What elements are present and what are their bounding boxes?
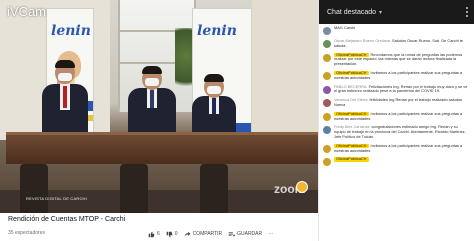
banner-brand: lenin (197, 23, 237, 39)
user-avatar-icon[interactable] (323, 126, 331, 135)
user-avatar-icon[interactable] (323, 27, 331, 35)
chat-message: OficinaPublicaCH Recordamos que la ronda … (323, 52, 470, 67)
chat-message-body: OficinaPublicaCH (334, 156, 371, 166)
video-title: Rendición de Cuentas MTOP - Carchi (8, 216, 126, 223)
chat-message: MAG Carchi (323, 25, 470, 35)
user-avatar-icon[interactable] (323, 158, 331, 167)
chat-message-body: Veronica Del Sierra felicidades Ing Renan… (334, 97, 470, 108)
overlay-caption: REVISTA DIGITAL DE CARCHI (26, 196, 87, 201)
save-button[interactable]: GUARDAR (228, 231, 262, 238)
user-avatar-icon[interactable] (323, 40, 331, 48)
channel-owner-name[interactable]: OficinaPublicaCH (334, 156, 369, 162)
chat-message-body: PABLO BECERRA Felicitaciones Ing. Renán p… (334, 84, 470, 95)
more-vert-icon[interactable] (465, 7, 468, 17)
thumbs-down-icon (166, 231, 173, 237)
chair (20, 164, 48, 213)
share-label: COMPARTIR (192, 231, 223, 237)
user-avatar-icon[interactable] (323, 71, 331, 80)
chat-message-body: OficinaPublicaCH Invitamos a los particip… (334, 70, 470, 81)
more-actions-button[interactable]: ··· (268, 231, 273, 237)
chat-message-list: MAG Carchi Oscar Alejandro Rueno Orellana… (319, 24, 474, 167)
more-icon: ··· (268, 231, 274, 237)
share-button[interactable]: COMPARTIR (184, 231, 223, 238)
like-count: 6 (157, 231, 160, 237)
chat-message: OficinaPublicaCH Invitamos a los particip… (323, 70, 470, 81)
chat-message-body: OficinaPublicaCH Invitamos a los particip… (334, 111, 470, 122)
video-actions: 6 0 COMPARTIR GUARDAR ··· (148, 229, 273, 239)
user-avatar-icon[interactable] (323, 112, 331, 121)
chair (120, 164, 148, 213)
thumbs-up-icon (148, 231, 155, 237)
save-label: GUARDAR (237, 231, 263, 237)
chair (200, 164, 228, 213)
chat-message: Oscar Alejandro Rueno Orellana Saludos Os… (323, 38, 470, 49)
live-chat-panel: Chat destacado ▾ MAG Carchi Oscar Alejand… (318, 0, 474, 241)
viewer-count: 35 espectadores (8, 230, 45, 236)
chat-message-body: OficinaPublicaCH Recordamos que la ronda … (334, 52, 470, 67)
user-avatar-icon[interactable] (323, 53, 331, 62)
chat-message-body: Fredy Alex Carranza congratulaciones esti… (334, 124, 470, 139)
ivcam-watermark: iVCam (7, 4, 47, 19)
user-avatar-icon[interactable] (323, 85, 331, 94)
conference-table (6, 132, 318, 164)
video-player[interactable]: lenin lenin iVCam REVISTA DIGITAL DE CAR… (0, 0, 318, 213)
wall-right (252, 0, 318, 140)
banner-brand: lenin (51, 23, 91, 39)
chevron-down-icon: ▾ (379, 9, 383, 16)
chat-message: OficinaPublicaCH Invitamos a los particip… (323, 143, 470, 154)
chat-header[interactable]: Chat destacado ▾ (319, 0, 474, 24)
like-button[interactable]: 6 (148, 231, 160, 238)
share-icon (184, 231, 190, 237)
dislike-count: 0 (174, 231, 178, 237)
channel-badge-icon (296, 181, 308, 193)
chat-message-body: OficinaPublicaCH Invitamos a los particip… (334, 143, 470, 154)
dislike-button[interactable]: 0 (166, 231, 178, 238)
user-avatar-icon[interactable] (323, 99, 331, 108)
chat-message: PABLO BECERRA Felicitaciones Ing. Renán p… (323, 84, 470, 95)
chat-message-body: Oscar Alejandro Rueno Orellana Saludos Os… (334, 38, 470, 49)
chat-mode-label: Chat destacado (327, 8, 377, 16)
chat-message: OficinaPublicaCH (323, 156, 470, 167)
chat-message: Fredy Alex Carranza congratulaciones esti… (323, 124, 470, 139)
chat-message: OficinaPublicaCH Invitamos a los particip… (323, 111, 470, 122)
playlist-add-icon (228, 231, 236, 237)
user-avatar-icon[interactable] (323, 144, 331, 153)
chat-message-text: MAG Carchi (334, 25, 356, 30)
chat-message: Veronica Del Sierra felicidades Ing Renan… (323, 97, 470, 108)
chat-message-body: MAG Carchi (334, 25, 356, 35)
